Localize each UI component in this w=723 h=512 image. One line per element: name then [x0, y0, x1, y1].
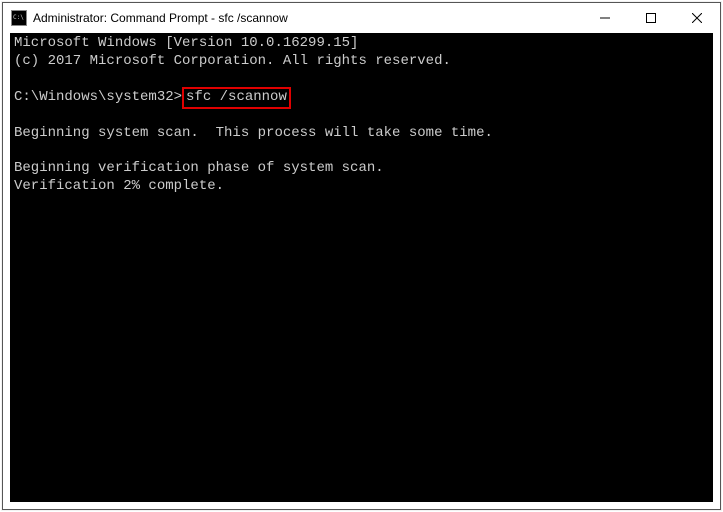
minimize-button[interactable]	[582, 3, 628, 33]
titlebar[interactable]: Administrator: Command Prompt - sfc /sca…	[3, 3, 720, 33]
prompt-prefix: C:\Windows\system32>	[14, 89, 182, 105]
maximize-button[interactable]	[628, 3, 674, 33]
app-icon	[11, 10, 27, 26]
command-prompt-window: Administrator: Command Prompt - sfc /sca…	[2, 2, 721, 510]
highlighted-command: sfc /scannow	[182, 87, 291, 109]
close-icon	[692, 13, 702, 23]
scan-beginning-line: Beginning system scan. This process will…	[14, 125, 709, 143]
maximize-icon	[646, 13, 656, 23]
terminal-output[interactable]: Microsoft Windows [Version 10.0.16299.15…	[10, 33, 713, 502]
blank-line	[14, 142, 709, 160]
verification-phase-line: Beginning verification phase of system s…	[14, 160, 709, 178]
verification-progress-line: Verification 2% complete.	[14, 178, 709, 196]
blank-line	[14, 107, 709, 125]
blank-line	[14, 71, 709, 89]
window-controls	[582, 3, 720, 33]
minimize-icon	[600, 13, 610, 23]
version-line: Microsoft Windows [Version 10.0.16299.15…	[14, 35, 709, 53]
window-title: Administrator: Command Prompt - sfc /sca…	[33, 11, 582, 25]
prompt-line: C:\Windows\system32>sfc /scannow	[14, 89, 709, 107]
close-button[interactable]	[674, 3, 720, 33]
copyright-line: (c) 2017 Microsoft Corporation. All righ…	[14, 53, 709, 71]
